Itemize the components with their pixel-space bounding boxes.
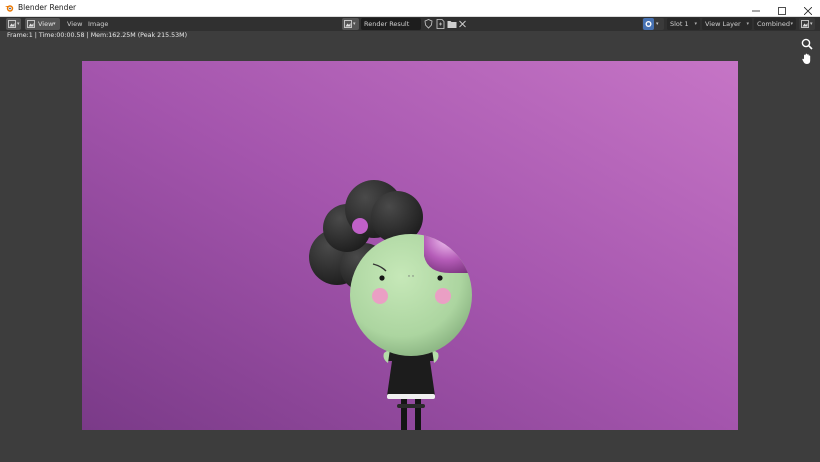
image-name-label: Render Result	[364, 20, 410, 28]
color-alpha-icon	[645, 21, 652, 27]
editor-type-button[interactable]: ▾	[6, 18, 21, 30]
render-pass-label: Combined	[757, 20, 791, 28]
pan-tool-button[interactable]	[800, 51, 814, 65]
view-mode-label: View	[38, 20, 54, 28]
view-layer-dropdown[interactable]: View Layer ▾	[702, 18, 752, 30]
view-icon	[27, 20, 35, 28]
chevron-down-icon: ▾	[694, 21, 697, 27]
chevron-down-icon: ▾	[746, 21, 749, 27]
image-editor-header: ▾ View ▾ View Image ▾ Render Result ▾ Sl…	[0, 17, 820, 31]
close-icon	[803, 6, 813, 16]
maximize-icon	[778, 7, 786, 15]
chevron-down-icon: ▾	[53, 21, 56, 27]
minimize-icon	[752, 10, 760, 12]
close-button[interactable]	[795, 0, 820, 16]
zoom-icon	[801, 38, 813, 50]
blender-logo-icon	[5, 5, 14, 12]
sidebar-toggle-button[interactable]: ▾	[799, 18, 815, 30]
image-name-field[interactable]: Render Result	[361, 18, 421, 30]
display-channels-dropdown[interactable]: ▾	[642, 18, 664, 30]
chevron-down-icon: ▾	[790, 21, 793, 27]
view-layer-label: View Layer	[705, 20, 741, 28]
zoom-tool-button[interactable]	[800, 36, 814, 50]
fake-user-shield-icon[interactable]	[424, 19, 433, 29]
chevron-down-icon: ▾	[810, 21, 813, 27]
minimize-button[interactable]	[743, 0, 769, 16]
chevron-down-icon: ▾	[17, 21, 20, 27]
window-title-bar: Blender Render	[0, 0, 820, 17]
hand-pan-icon	[802, 53, 811, 64]
image-editor-icon	[801, 20, 809, 28]
slot-label: Slot 1	[670, 20, 689, 28]
image-editor-icon	[8, 20, 16, 28]
window-title: Blender Render	[18, 3, 77, 12]
render-stats: Frame:1 | Time:00:00.58 | Mem:162.25M (P…	[7, 32, 188, 39]
menu-view[interactable]: View	[67, 18, 82, 30]
browse-image-button[interactable]: ▾	[342, 18, 359, 30]
open-folder-icon[interactable]	[447, 19, 457, 29]
render-canvas	[82, 61, 738, 430]
new-image-icon[interactable]	[436, 19, 445, 29]
image-icon	[344, 20, 352, 28]
chevron-down-icon: ▾	[656, 21, 659, 27]
unlink-close-icon[interactable]	[458, 19, 467, 29]
render-result-image[interactable]	[82, 61, 738, 430]
render-pass-dropdown[interactable]: Combined ▾	[754, 18, 796, 30]
maximize-button[interactable]	[769, 0, 795, 16]
slot-dropdown[interactable]: Slot 1 ▾	[667, 18, 700, 30]
chevron-down-icon: ▾	[353, 21, 356, 27]
view-mode-dropdown[interactable]: View ▾	[25, 18, 60, 30]
menu-image[interactable]: Image	[88, 18, 108, 30]
